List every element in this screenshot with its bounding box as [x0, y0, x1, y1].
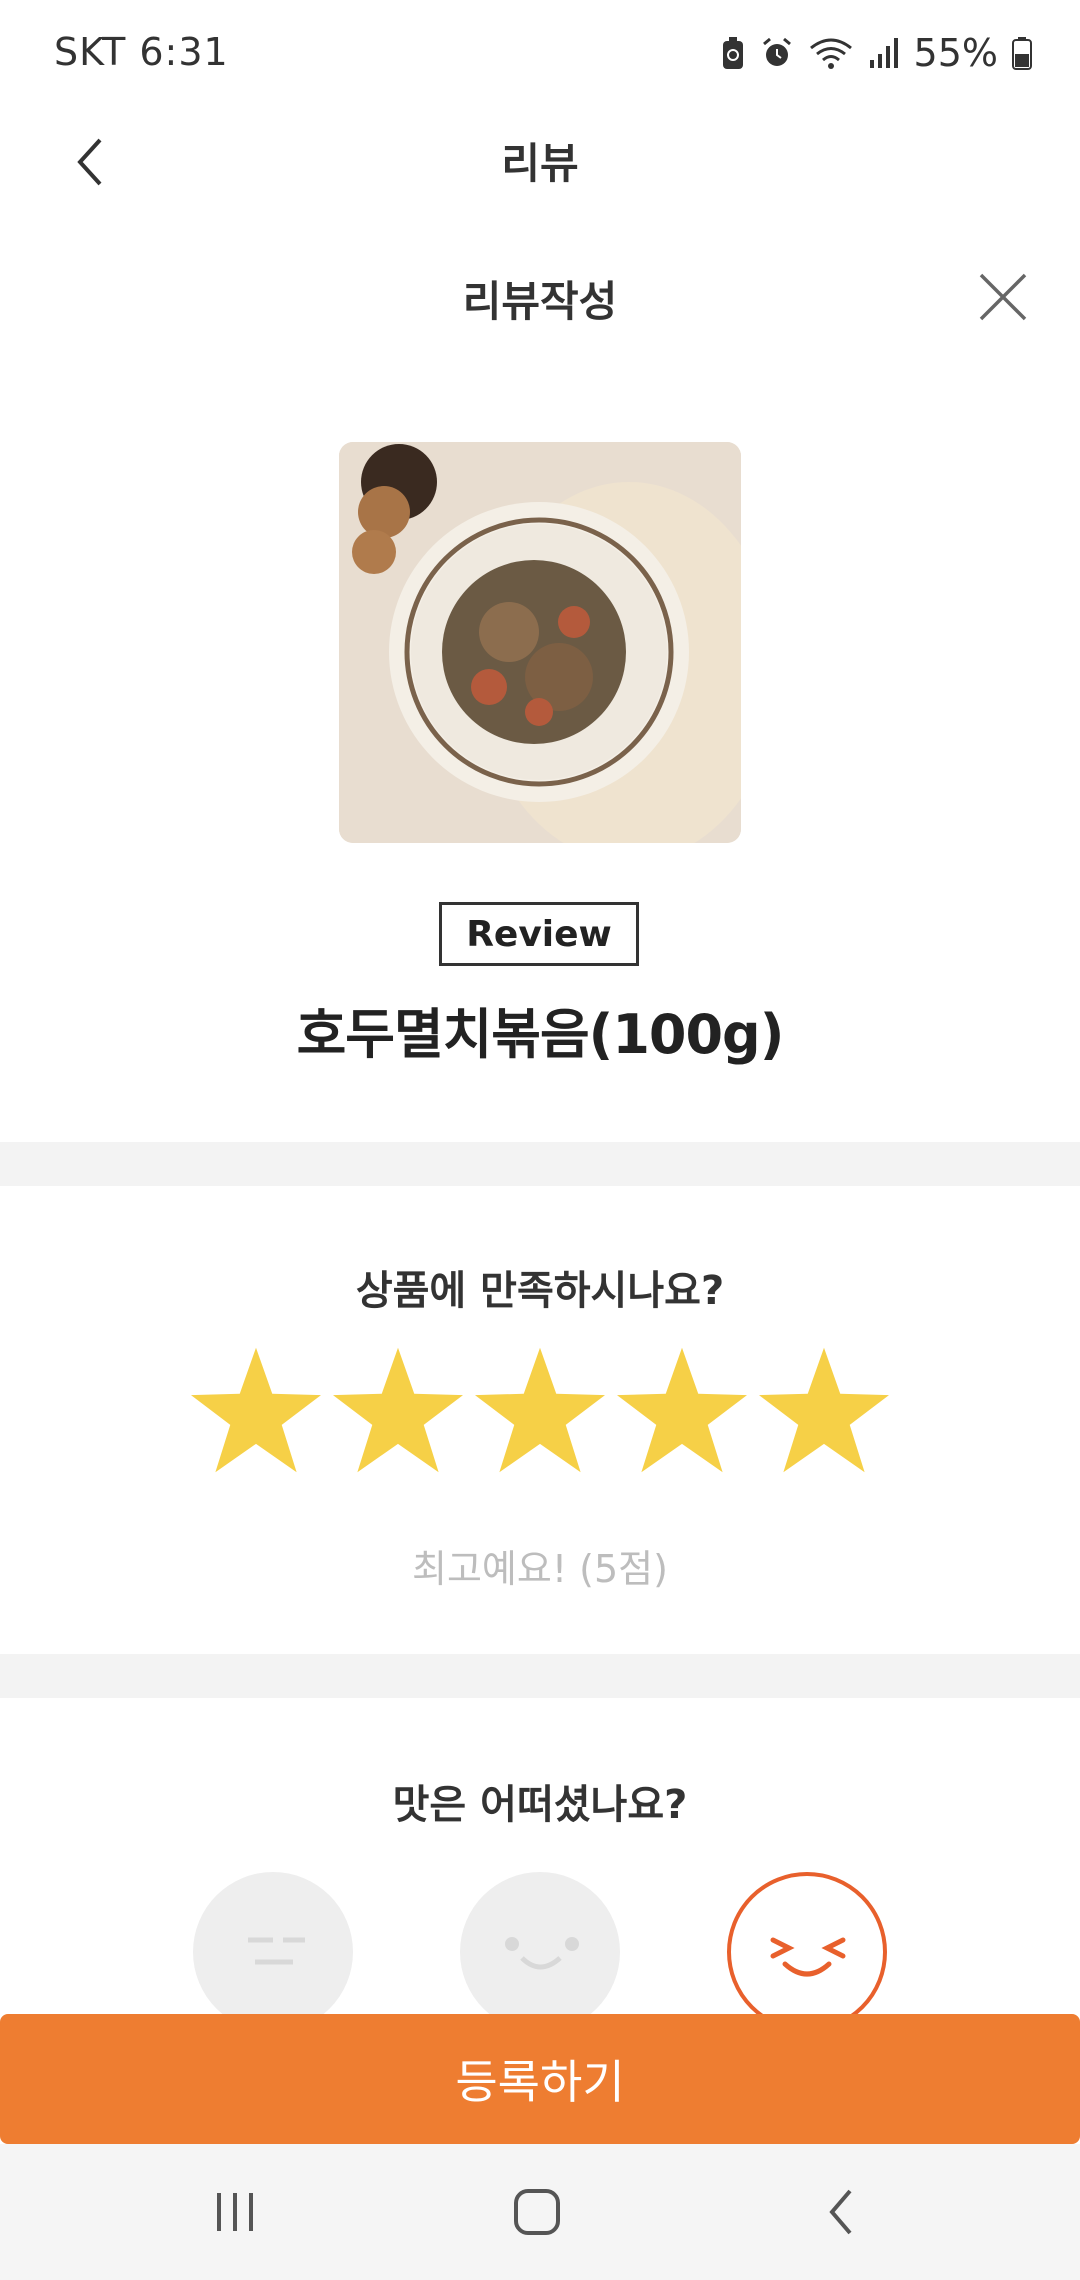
- app-header: 리뷰: [0, 100, 1080, 220]
- home-icon: [514, 2189, 560, 2235]
- close-icon: [979, 273, 1027, 321]
- close-button[interactable]: [968, 262, 1038, 332]
- status-bar: SKT 6:31 55%: [0, 0, 1080, 100]
- taste-option-good[interactable]: [460, 1872, 620, 2032]
- signal-icon: [869, 38, 898, 68]
- section-divider: [0, 1654, 1080, 1698]
- recent-apps-button[interactable]: [195, 2172, 275, 2252]
- rating-question: 상품에 만족하시나요?: [355, 1268, 725, 1314]
- status-carrier-time: SKT 6:31: [54, 30, 229, 74]
- rating-caption: 최고예요! (5점): [412, 1547, 668, 1591]
- recent-apps-icon: [217, 2193, 253, 2231]
- battery-percentage: 55%: [913, 31, 998, 75]
- review-form-title: 리뷰작성: [462, 277, 618, 326]
- star-rating[interactable]: [188, 1345, 892, 1475]
- star-icon[interactable]: [330, 1345, 466, 1475]
- taste-option-neutral[interactable]: [193, 1872, 353, 2032]
- star-icon[interactable]: [614, 1345, 750, 1475]
- alarm-icon: [762, 37, 791, 66]
- taste-option-great[interactable]: [727, 1872, 887, 2032]
- laughing-face-icon: [770, 1937, 846, 1977]
- product-name: 호두멸치볶음(100g): [296, 1003, 785, 1066]
- chevron-left-icon: [77, 138, 102, 186]
- neutral-face-icon: [248, 1937, 305, 1965]
- review-tag: Review: [439, 902, 639, 966]
- smile-face-icon: [505, 1937, 579, 1970]
- section-divider: [0, 1142, 1080, 1186]
- star-icon[interactable]: [472, 1345, 608, 1475]
- back-button[interactable]: [50, 122, 130, 202]
- star-icon[interactable]: [188, 1345, 324, 1475]
- battery-saver-icon: [722, 37, 743, 69]
- system-nav-bar: [0, 2144, 1080, 2280]
- product-image: [339, 442, 741, 843]
- register-button[interactable]: 등록하기: [0, 2014, 1080, 2144]
- system-back-button[interactable]: [800, 2172, 880, 2252]
- star-icon[interactable]: [756, 1345, 892, 1475]
- home-button[interactable]: [497, 2172, 577, 2252]
- status-icons: 55%: [720, 28, 1032, 78]
- taste-question: 맛은 어떠셨나요?: [392, 1782, 688, 1828]
- page-title: 리뷰: [501, 139, 579, 188]
- wifi-icon: [809, 38, 852, 69]
- back-arrow-icon: [829, 2189, 852, 2235]
- battery-icon: [1012, 37, 1032, 70]
